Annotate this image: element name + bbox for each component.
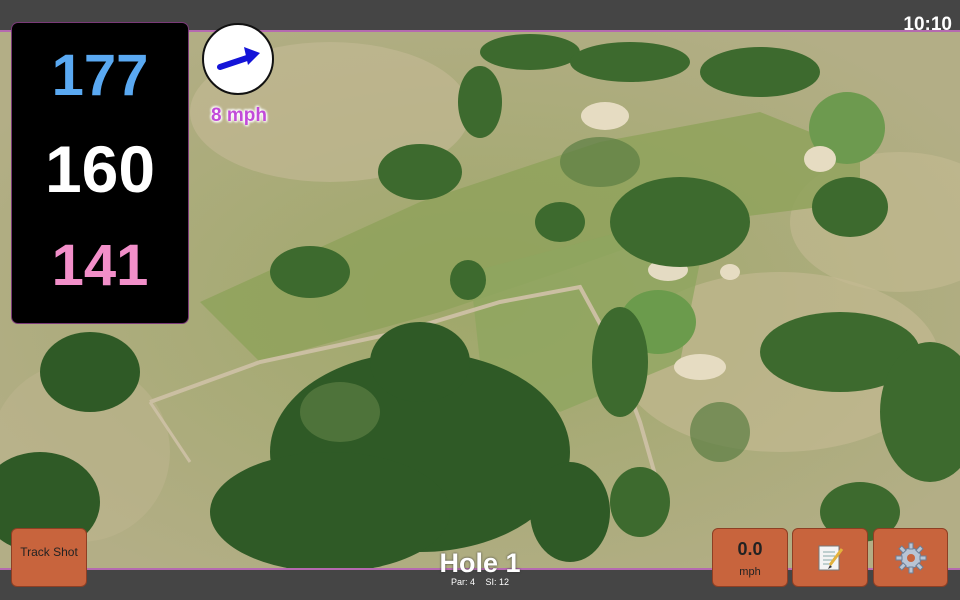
settings-button[interactable] bbox=[873, 528, 948, 587]
speed-button[interactable]: 0.0 mph bbox=[712, 528, 788, 587]
speed-value: 0.0 bbox=[737, 539, 763, 559]
yardage-panel: 177 160 141 bbox=[11, 22, 189, 324]
notes-button[interactable] bbox=[792, 528, 868, 587]
arrow-east-northeast-icon bbox=[217, 47, 260, 70]
hole-stroke-index: SI: 12 bbox=[485, 577, 510, 587]
track-shot-button[interactable]: Track Shot bbox=[11, 528, 87, 587]
hole-title: Hole 1 bbox=[439, 548, 521, 578]
gear-icon bbox=[895, 542, 926, 573]
wind-speed-label: 8 mph bbox=[211, 105, 267, 126]
wind-direction-dial bbox=[202, 23, 274, 95]
notepad-icon bbox=[818, 545, 844, 570]
track-shot-label: Track Shot bbox=[20, 545, 78, 559]
speed-unit: mph bbox=[739, 566, 761, 578]
hole-par: Par: 4 bbox=[450, 577, 475, 587]
middle-yardage: 160 bbox=[44, 132, 156, 206]
hole-info: Par: 4 SI: 12 bbox=[380, 577, 580, 587]
back-yardage: 177 bbox=[51, 43, 149, 108]
front-yardage: 141 bbox=[51, 233, 149, 298]
